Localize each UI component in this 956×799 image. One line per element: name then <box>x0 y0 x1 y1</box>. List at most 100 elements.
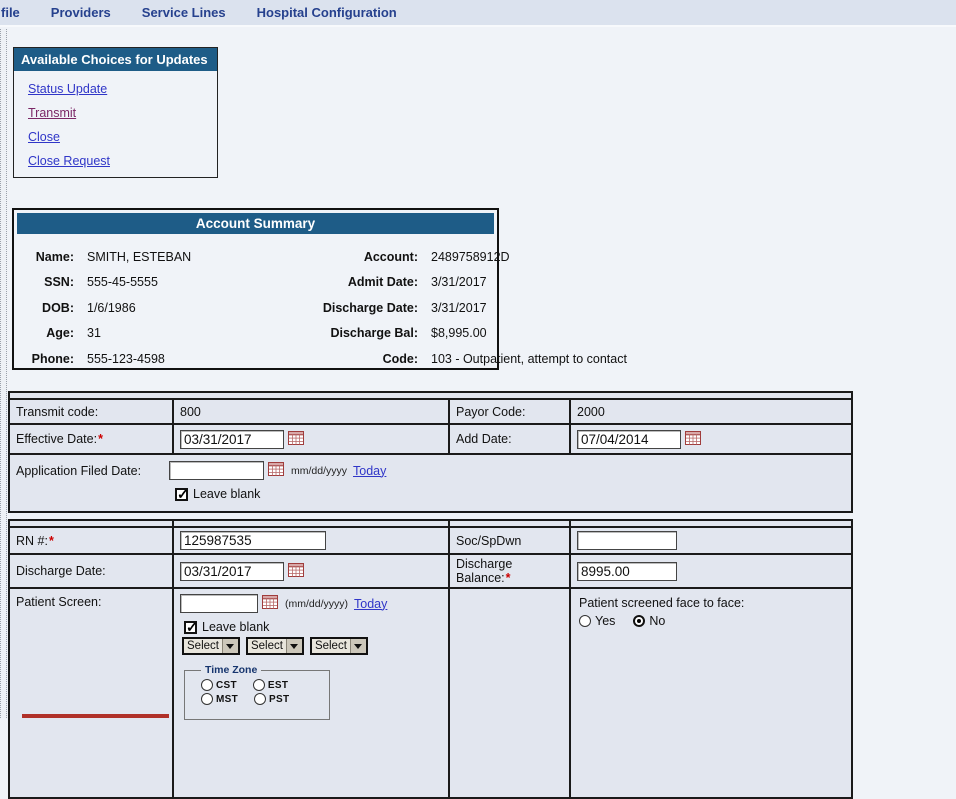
patient-screen-select-1[interactable]: Select <box>182 637 240 655</box>
discharge-bal-label: Discharge Bal: <box>268 326 418 340</box>
calendar-icon[interactable] <box>288 431 304 448</box>
radio-no[interactable] <box>633 615 645 627</box>
radio-pst[interactable] <box>254 693 266 705</box>
spacer-cell <box>9 520 173 527</box>
ssn-value: 555-45-5555 <box>87 275 255 289</box>
transmit-code-label: Transmit code: <box>9 399 173 424</box>
pst-label: PST <box>269 694 289 705</box>
radio-cst[interactable] <box>201 679 213 691</box>
rn-label: RN #: <box>16 534 48 548</box>
face-to-face-option-yes[interactable]: Yes <box>579 614 615 628</box>
calendar-icon[interactable] <box>288 563 304 580</box>
radio-est[interactable] <box>253 679 265 691</box>
discharge-balance-input[interactable] <box>577 562 677 581</box>
mst-label: MST <box>216 694 238 705</box>
time-zone-legend: Time Zone <box>201 664 261 676</box>
discharge-bal-value: $8,995.00 <box>431 326 487 340</box>
nav-item-service-lines[interactable]: Service Lines <box>142 5 226 20</box>
effective-date-label: Effective Date: <box>16 432 97 446</box>
required-asterisk: * <box>49 534 54 548</box>
phone-value: 555-123-4598 <box>87 352 255 366</box>
select-value: Select <box>248 639 286 653</box>
available-choices-title: Available Choices for Updates <box>14 48 217 71</box>
soc-spdwn-input[interactable] <box>577 531 677 550</box>
discharge-date-input[interactable] <box>180 562 284 581</box>
no-label: No <box>649 614 665 628</box>
clipped-red-element <box>22 714 169 718</box>
patient-screen-select-2[interactable]: Select <box>246 637 304 655</box>
discharge-date-value: 3/31/2017 <box>431 301 487 315</box>
face-to-face-option-no[interactable]: No <box>633 614 665 628</box>
discharge-date-label: Discharge Date: <box>268 301 418 315</box>
link-close-request[interactable]: Close Request <box>28 154 217 168</box>
leave-blank-label: Leave blank <box>193 487 260 501</box>
chevron-down-icon[interactable] <box>222 639 238 653</box>
rn-input[interactable] <box>180 531 326 550</box>
ssn-label: SSN: <box>26 275 74 289</box>
yes-label: Yes <box>595 614 615 628</box>
leave-blank-checkbox[interactable] <box>175 488 188 501</box>
link-close[interactable]: Close <box>28 130 217 144</box>
discharge-balance-label: Discharge Balance: <box>456 557 512 585</box>
account-value: 2489758912D <box>431 250 510 264</box>
time-zone-option-est[interactable]: EST <box>253 679 288 691</box>
add-date-label: Add Date: <box>449 424 570 454</box>
calendar-icon[interactable] <box>685 431 701 448</box>
admit-date-label: Admit Date: <box>268 275 418 289</box>
transmit-code-value: 800 <box>173 399 449 424</box>
calendar-icon[interactable] <box>268 462 284 479</box>
payor-code-value: 2000 <box>570 399 852 424</box>
account-label: Account: <box>268 250 418 264</box>
time-zone-option-mst[interactable]: MST <box>201 693 238 705</box>
time-zone-option-pst[interactable]: PST <box>254 693 289 705</box>
link-transmit[interactable]: Transmit <box>28 106 217 120</box>
date-format-hint: (mm/dd/yyyy) <box>285 598 348 610</box>
patient-screen-date-input[interactable] <box>180 594 258 613</box>
time-zone-option-cst[interactable]: CST <box>201 679 237 691</box>
today-link[interactable]: Today <box>354 597 387 611</box>
admit-date-value: 3/31/2017 <box>431 275 487 289</box>
add-date-input[interactable] <box>577 430 681 449</box>
top-nav-bar: file Providers Service Lines Hospital Co… <box>0 0 956 27</box>
leave-blank-checkbox[interactable] <box>184 621 197 634</box>
nav-item-file[interactable]: file <box>1 5 20 20</box>
name-label: Name: <box>26 250 74 264</box>
patient-screen-select-3[interactable]: Select <box>310 637 368 655</box>
available-choices-panel: Available Choices for Updates Status Upd… <box>13 47 218 178</box>
account-summary-row: SSN: 555-45-5555 Admit Date: 3/31/2017 <box>26 270 487 296</box>
dob-value: 1/6/1986 <box>87 301 255 315</box>
calendar-icon[interactable] <box>262 595 278 612</box>
account-summary-panel: Account Summary Name: SMITH, ESTEBAN Acc… <box>12 208 499 370</box>
application-filed-date-input[interactable] <box>169 461 264 480</box>
chevron-down-icon[interactable] <box>350 639 366 653</box>
nav-item-hospital-configuration[interactable]: Hospital Configuration <box>257 5 397 20</box>
available-choices-links: Status Update Transmit Close Close Reque… <box>14 71 217 168</box>
radio-yes[interactable] <box>579 615 591 627</box>
effective-date-input[interactable] <box>180 430 284 449</box>
spacer-cell <box>449 520 570 527</box>
nav-item-providers[interactable]: Providers <box>51 5 111 20</box>
update-form-table-bottom: RN #:* Soc/SpDwn Discharge Date: Dischar… <box>8 519 853 799</box>
account-summary-title: Account Summary <box>17 213 494 234</box>
face-to-face-label: Patient screened face to face: <box>579 596 845 610</box>
leave-blank-label: Leave blank <box>202 620 269 634</box>
account-summary-row: Age: 31 Discharge Bal: $8,995.00 <box>26 321 487 347</box>
select-value: Select <box>184 639 222 653</box>
date-format-hint: mm/dd/yyyy <box>291 465 347 477</box>
application-filed-date-label: Application Filed Date: <box>16 464 169 478</box>
account-summary-row: Name: SMITH, ESTEBAN Account: 2489758912… <box>26 244 487 270</box>
soc-spdwn-label: Soc/SpDwn <box>449 527 570 554</box>
empty-cell <box>449 588 570 798</box>
patient-screen-label: Patient Screen: <box>9 588 173 798</box>
payor-code-label: Payor Code: <box>449 399 570 424</box>
est-label: EST <box>268 680 288 691</box>
spacer-cell <box>570 520 852 527</box>
spacer-row <box>9 392 852 399</box>
dob-label: DOB: <box>26 301 74 315</box>
chevron-down-icon[interactable] <box>286 639 302 653</box>
radio-mst[interactable] <box>201 693 213 705</box>
today-link[interactable]: Today <box>353 464 386 478</box>
phone-label: Phone: <box>26 352 74 366</box>
time-zone-fieldset: Time Zone CST EST MST <box>184 664 330 720</box>
link-status-update[interactable]: Status Update <box>28 82 217 96</box>
